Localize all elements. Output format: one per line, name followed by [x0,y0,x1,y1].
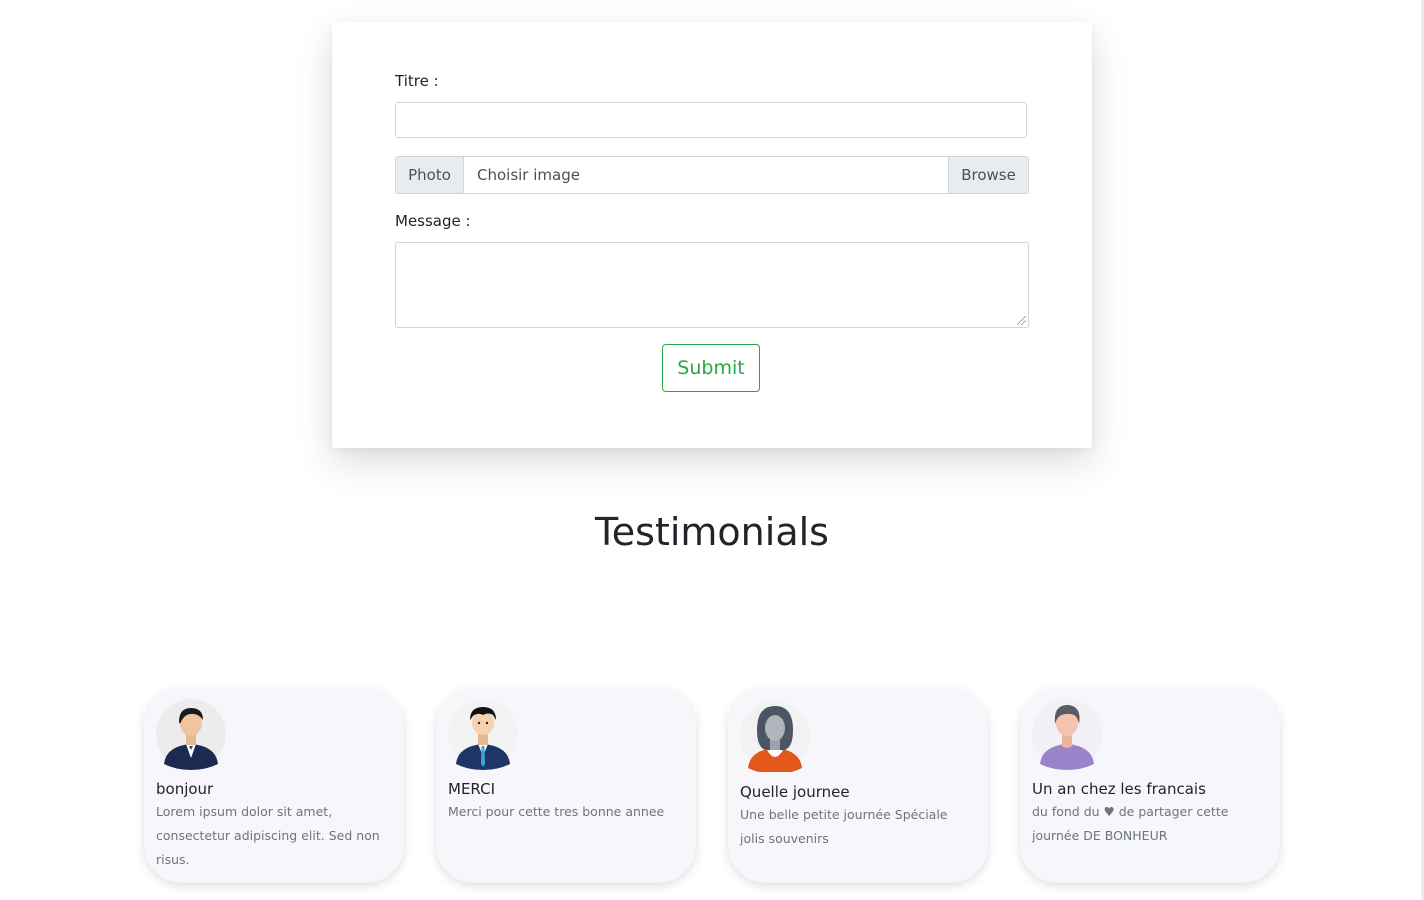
testimonial-name: Un an chez les francais [1032,780,1206,798]
titre-label: Titre : [395,72,439,90]
photo-file-name[interactable]: Choisir image [464,157,948,193]
man-purple-avatar-icon [1032,699,1102,770]
message-textarea[interactable] [395,242,1029,328]
testimonial-name: MERCI [448,780,495,798]
testimonial-card: MERCI Merci pour cette tres bonne annee [436,688,696,883]
submit-button[interactable]: Submit [662,344,760,392]
testimonial-form-card: Titre : Photo Choisir image Browse Messa… [332,22,1092,448]
testimonial-text: du fond du ♥ de partager cette journée D… [1032,804,1229,843]
photo-prepend-label: Photo [396,157,464,193]
testimonial-text: Une belle petite journée Spéciale jolis … [740,807,948,846]
testimonial-card: Quelle journee Une belle petite journée … [728,688,988,883]
man-tie-avatar-icon [448,699,518,770]
browse-button[interactable]: Browse [948,157,1028,193]
testimonial-text: Merci pour cette tres bonne annee [448,804,665,819]
man-suit-avatar-icon [156,699,226,770]
testimonial-card: bonjour Lorem ipsum dolor sit amet, cons… [144,688,404,883]
testimonial-text: Lorem ipsum dolor sit amet, consectetur … [156,804,380,867]
testimonial-name: Quelle journee [740,783,850,801]
titre-input[interactable] [395,102,1027,138]
testimonial-card: Un an chez les francais du fond du ♥ de … [1020,688,1280,883]
testimonial-name: bonjour [156,780,214,798]
woman-avatar-icon [740,701,810,772]
resize-grip-icon[interactable] [1017,316,1026,325]
message-label: Message : [395,212,471,230]
photo-file-input[interactable]: Photo Choisir image Browse [395,156,1029,194]
testimonials-title: Testimonials [595,510,829,554]
